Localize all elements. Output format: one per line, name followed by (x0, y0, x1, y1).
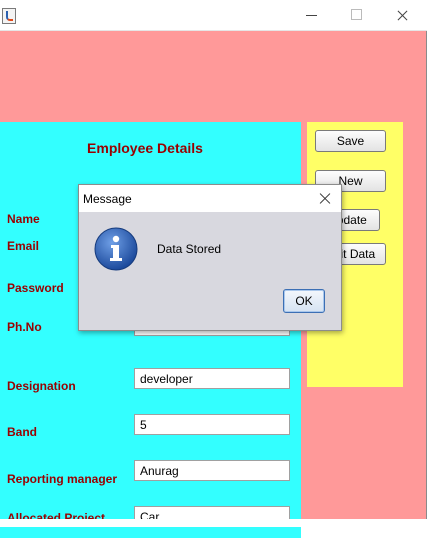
phone-label: Ph.No (7, 320, 42, 334)
message-dialog: Message Data Stored OK (78, 184, 342, 331)
dialog-titlebar: Message (79, 185, 341, 212)
designation-field[interactable] (134, 368, 290, 389)
reporting-manager-field[interactable] (134, 460, 290, 481)
close-icon[interactable] (393, 6, 411, 24)
band-field[interactable] (134, 414, 290, 435)
designation-label: Designation (7, 379, 76, 393)
password-label: Password (7, 281, 64, 295)
java-app-icon (2, 8, 16, 24)
save-button[interactable]: Save (315, 130, 386, 152)
dialog-message: Data Stored (157, 242, 222, 256)
minimize-icon[interactable] (303, 6, 321, 24)
dialog-close-icon[interactable] (317, 190, 333, 206)
window-titlebar (0, 0, 427, 31)
reporting-manager-label: Reporting manager (7, 472, 118, 486)
maximize-icon[interactable] (348, 6, 366, 24)
band-label: Band (7, 425, 37, 439)
window-bottom-edge (0, 519, 427, 527)
info-icon (94, 227, 138, 271)
email-label: Email (7, 239, 40, 253)
form-title: Employee Details (87, 140, 203, 156)
name-label: Name (7, 212, 40, 226)
ok-button[interactable]: OK (283, 289, 325, 313)
dialog-title: Message (83, 192, 132, 206)
